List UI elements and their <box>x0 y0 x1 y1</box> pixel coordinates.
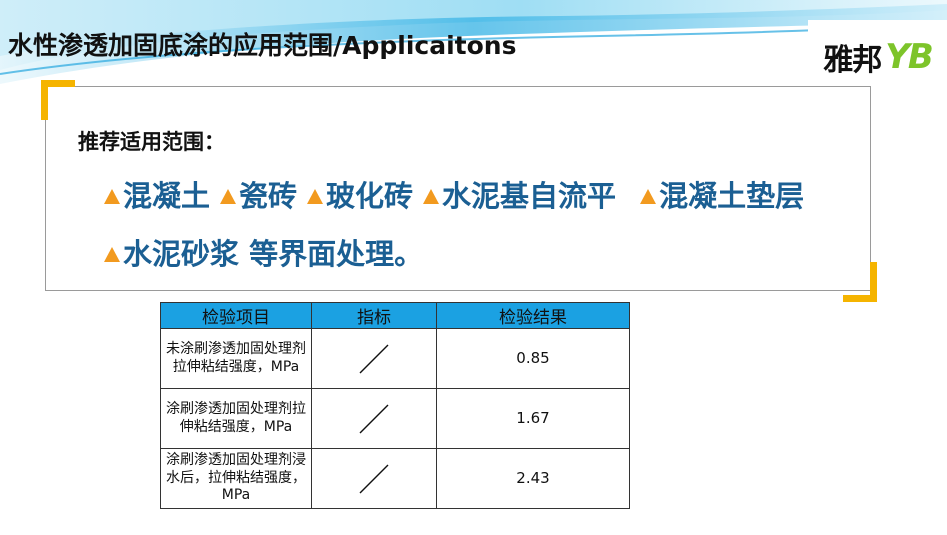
slide: 水性渗透加固底涂的应用范围/Applicaitons 雅邦 YB 推荐适用范围：… <box>0 0 947 535</box>
result-cell: 0.85 <box>436 328 630 389</box>
test-item-cell: 未涂刷渗透加固处理剂拉伸粘结强度，MPa <box>160 328 312 389</box>
applications-row-1: 混凝土 瓷砖 玻化砖 水泥基自流平 混凝土垫层 <box>104 173 814 215</box>
test-results-table: 检验项目 指标 检验结果 未涂刷渗透加固处理剂拉伸粘结强度，MPa 0.85 涂… <box>160 302 630 509</box>
result-cell: 1.67 <box>436 388 630 449</box>
logo-chinese-text: 雅邦 <box>823 43 882 78</box>
table-row: 涂刷渗透加固处理剂浸水后，拉伸粘结强度，MPa 2.43 <box>160 448 630 509</box>
table-row: 未涂刷渗透加固处理剂拉伸粘结强度，MPa 0.85 <box>160 328 630 389</box>
application-item: 水泥基自流平 <box>423 173 616 215</box>
column-header-test-item: 检验项目 <box>160 302 312 329</box>
triangle-bullet-icon <box>220 188 237 204</box>
page-title: 水性渗透加固底涂的应用范围/Applicaitons <box>8 31 517 60</box>
column-header-result: 检验结果 <box>436 302 630 329</box>
bottom-right-bracket-vertical <box>870 262 877 302</box>
application-item: 混凝土垫层 <box>640 173 804 215</box>
triangle-bullet-icon <box>640 188 657 204</box>
slash-icon <box>359 404 389 433</box>
application-item: 瓷砖 <box>220 173 297 215</box>
slash-icon <box>359 344 389 373</box>
indicator-cell <box>311 328 437 389</box>
test-item-cell: 涂刷渗透加固处理剂拉伸粘结强度，MPa <box>160 388 312 449</box>
application-item: 混凝土 <box>104 173 210 215</box>
indicator-cell <box>311 388 437 449</box>
column-header-indicator: 指标 <box>311 302 437 329</box>
test-item-cell: 涂刷渗透加固处理剂浸水后，拉伸粘结强度，MPa <box>160 448 312 509</box>
company-logo: 雅邦 YB <box>808 20 947 94</box>
application-item: 水泥砂浆 等界面处理。 <box>104 231 423 273</box>
table-row: 涂刷渗透加固处理剂拉伸粘结强度，MPa 1.67 <box>160 388 630 449</box>
applications-row-2: 水泥砂浆 等界面处理。 <box>104 231 433 273</box>
triangle-bullet-icon <box>423 188 440 204</box>
triangle-bullet-icon <box>307 188 324 204</box>
triangle-bullet-icon <box>104 188 120 204</box>
result-cell: 2.43 <box>436 448 630 509</box>
applications-heading: 推荐适用范围： <box>78 130 225 154</box>
triangle-bullet-icon <box>104 246 120 262</box>
indicator-cell <box>311 448 437 509</box>
table-header-row: 检验项目 指标 检验结果 <box>160 302 630 329</box>
logo-english-text: YB <box>885 37 934 77</box>
slash-icon <box>359 464 389 493</box>
application-item: 玻化砖 <box>307 173 413 215</box>
top-left-bracket-vertical <box>41 80 48 120</box>
